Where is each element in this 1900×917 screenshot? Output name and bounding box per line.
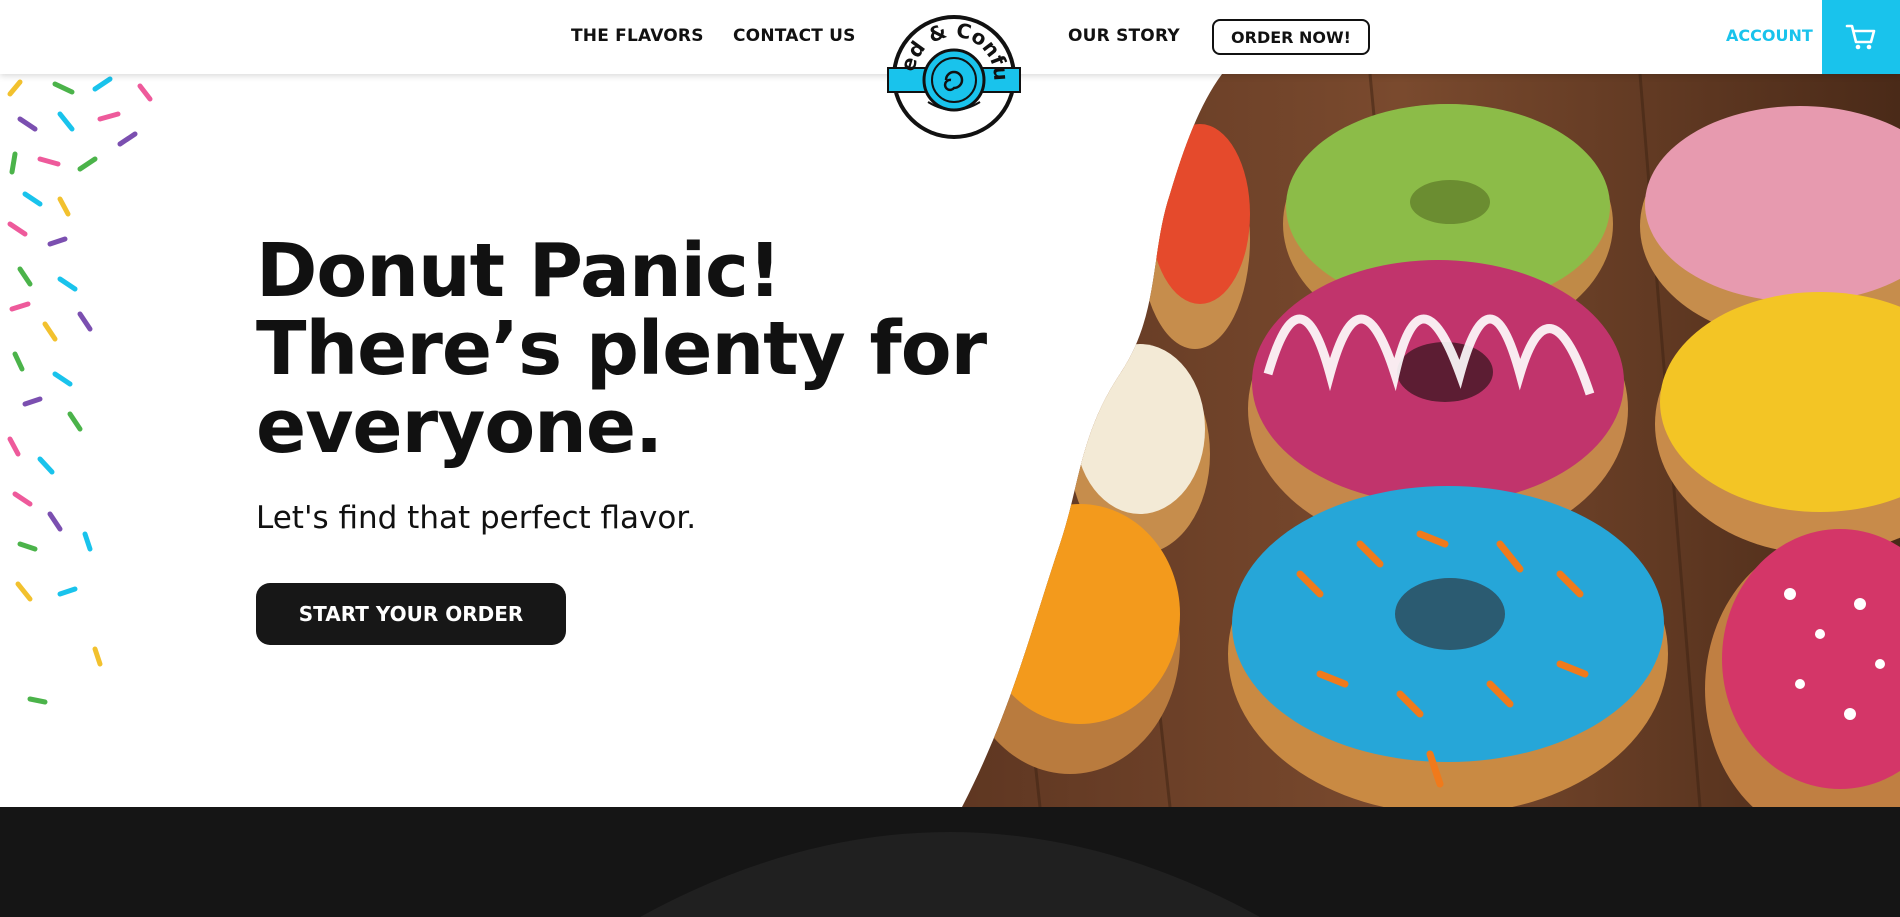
start-order-button[interactable]: START YOUR ORDER — [256, 583, 566, 645]
nav-contact-us[interactable]: CONTACT US — [733, 26, 856, 46]
order-now-button[interactable]: ORDER NOW! — [1212, 19, 1370, 55]
nav-our-story[interactable]: OUR STORY — [1068, 26, 1180, 46]
hero-headline: Donut Panic! There’s plenty for everyone… — [256, 232, 1016, 466]
hero-headline-line-1: Donut Panic! — [256, 228, 782, 314]
brand-logo[interactable]: Glazed & Confused — [878, 0, 1022, 144]
hero-section: Donut Panic! There’s plenty for everyone… — [0, 74, 1900, 807]
decorative-arc — [640, 832, 1260, 917]
sprinkles-decoration — [7, 76, 153, 705]
account-link[interactable]: ACCOUNT — [1726, 26, 1813, 45]
cart-icon — [1845, 24, 1876, 50]
hero-subtitle: Let's find that perfect flavor. — [256, 500, 697, 536]
hero-headline-line-3: everyone. — [256, 384, 663, 470]
nav-the-flavors[interactable]: THE FLAVORS — [571, 26, 704, 46]
cart-button[interactable] — [1822, 0, 1900, 74]
dark-section — [0, 807, 1900, 917]
hero-headline-line-2: There’s plenty for — [256, 306, 987, 392]
